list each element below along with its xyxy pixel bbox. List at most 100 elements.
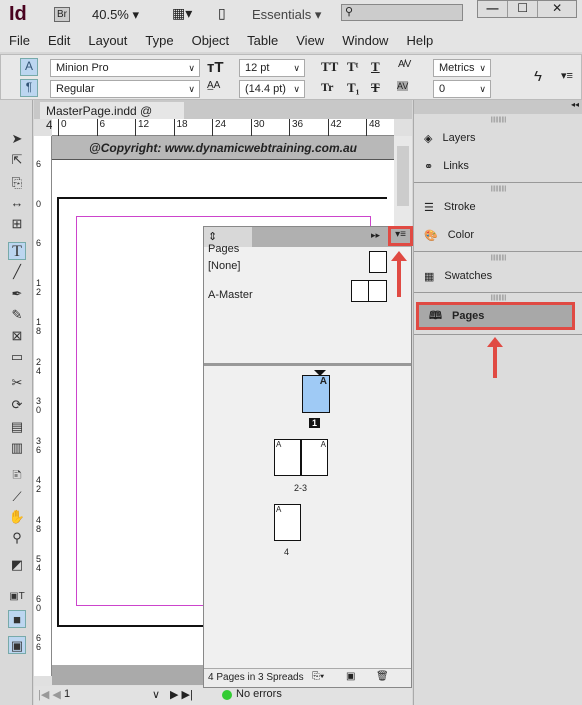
menu-object[interactable]: Object xyxy=(183,30,239,52)
gradient-swatch-tool-icon[interactable]: ▤ xyxy=(8,418,26,436)
control-panel: A ¶ Minion Pro ∨ Regular ∨ ᴛT A̲A 12 pt ∨ (… xyxy=(0,54,582,100)
type-tool-icon[interactable]: T xyxy=(8,242,26,260)
panel-stroke[interactable]: ☰ Stroke xyxy=(414,193,582,221)
menu-file[interactable]: File xyxy=(0,30,39,52)
gradient-feather-tool-icon[interactable]: ▥ xyxy=(8,439,26,457)
menu-view[interactable]: View xyxy=(287,30,333,52)
panel-links[interactable]: ⚭ Links xyxy=(414,152,582,180)
screen-mode-icon[interactable]: ▯ xyxy=(218,5,226,22)
note-tool-icon[interactable]: 🗈 xyxy=(8,466,26,484)
master-none[interactable]: [None] xyxy=(208,260,240,272)
tracking-select[interactable]: 0 ∨ xyxy=(433,80,491,98)
panel-divider[interactable] xyxy=(204,363,411,366)
page-1-thumbnail[interactable]: A xyxy=(302,375,330,413)
leading-icon: A̲A xyxy=(207,80,221,91)
control-panel-menu-icon[interactable]: ▾≡ xyxy=(561,69,573,82)
panel-label: Stroke xyxy=(443,201,476,213)
horizontal-ruler[interactable]: 0 6 12 18 24 30 36 42 48 xyxy=(52,119,394,136)
pen-tool-icon[interactable]: ✒ xyxy=(8,285,26,303)
font-size-value: 12 pt xyxy=(245,62,270,74)
content-collector-icon[interactable]: ⊞ xyxy=(8,215,26,233)
next-page-button[interactable]: ▶ ▶| xyxy=(170,688,193,701)
underline-button[interactable]: T xyxy=(371,59,380,75)
page-number-field[interactable]: 1 xyxy=(64,688,70,700)
ruler-tick-label: 6 xyxy=(36,238,42,248)
panel-label: Color xyxy=(447,229,474,241)
zoom-select[interactable]: 40.5% ▾ xyxy=(92,7,139,23)
eyedropper-tool-icon[interactable]: ⟋ xyxy=(8,488,26,506)
collapse-panel-icon[interactable]: ▸▸ xyxy=(371,230,380,241)
delete-page-icon[interactable]: 🗑 xyxy=(376,671,389,682)
scissors-tool-icon[interactable]: ✂ xyxy=(8,374,26,392)
panel-swatches[interactable]: ▦ Swatches xyxy=(414,262,582,290)
workspace-select[interactable]: Essentials ▾ xyxy=(252,7,321,23)
subscript-button[interactable]: T₁ xyxy=(347,80,360,96)
normal-view-icon[interactable]: ■ xyxy=(8,610,26,628)
tracking-value: 0 xyxy=(439,83,446,95)
page-tool-icon[interactable]: ⎘ xyxy=(8,174,26,192)
direct-selection-tool-icon[interactable]: ⇱ xyxy=(8,151,26,169)
panel-pages[interactable]: 🕮 Pages xyxy=(416,302,575,330)
ruler-tick-label: 6 xyxy=(36,159,42,169)
ruler-tick-label: 36 xyxy=(289,119,303,136)
menu-table[interactable]: Table xyxy=(238,30,287,52)
first-page-button[interactable]: |◀ ◀ xyxy=(38,688,61,701)
preflight-status[interactable]: No errors xyxy=(236,688,282,700)
page-dropdown-icon[interactable]: ∨ xyxy=(152,688,160,701)
pencil-tool-icon[interactable]: ✎ xyxy=(8,306,26,324)
quick-apply-icon[interactable]: ϟ xyxy=(534,68,542,85)
screen-mode-icon[interactable]: ▣ xyxy=(8,636,26,654)
font-size-field[interactable]: 12 pt ∨ xyxy=(239,59,305,77)
zoom-tool-icon[interactable]: ⚲ xyxy=(8,529,26,547)
line-tool-icon[interactable]: ╱ xyxy=(8,263,26,281)
close-button[interactable]: ✕ xyxy=(537,1,576,17)
panel-layers[interactable]: ◈ Layers xyxy=(414,124,582,152)
menu-help[interactable]: Help xyxy=(397,30,442,52)
ruler-tick-label: 48 xyxy=(366,119,380,136)
maximize-button[interactable]: ☐ xyxy=(507,1,537,17)
edit-page-size-icon[interactable]: ⎘▾ xyxy=(312,671,324,682)
character-formatting-icon[interactable]: A xyxy=(20,58,38,76)
all-caps-button[interactable]: TT xyxy=(321,59,338,75)
menu-type[interactable]: Type xyxy=(136,30,182,52)
free-transform-tool-icon[interactable]: ⟳ xyxy=(8,396,26,414)
font-style-select[interactable]: Regular ∨ xyxy=(50,80,200,98)
kerning-select[interactable]: Metrics ∨ xyxy=(433,59,491,77)
superscript-button[interactable]: Tᵗ xyxy=(347,59,358,75)
document-tab[interactable]: MasterPage.indd @ 40% × xyxy=(40,102,184,132)
panel-color[interactable]: 🎨 Color xyxy=(414,221,582,249)
vertical-ruler[interactable]: 6 0 6 12 18 24 30 36 42 48 54 60 66 xyxy=(34,136,52,676)
search-input[interactable]: ⚲ xyxy=(341,4,463,21)
selection-tool-icon[interactable]: ➤ xyxy=(8,130,26,148)
ruler-tick-label: 12 xyxy=(36,277,42,297)
strikethrough-button[interactable]: T xyxy=(371,80,380,96)
page-4-thumbnail[interactable]: A xyxy=(274,504,301,541)
paragraph-formatting-icon[interactable]: ¶ xyxy=(20,79,38,97)
menu-layout[interactable]: Layout xyxy=(79,30,136,52)
gap-tool-icon[interactable]: ↔ xyxy=(8,194,26,212)
page-2-thumbnail[interactable]: A xyxy=(274,439,301,476)
leading-field[interactable]: (14.4 pt) ∨ xyxy=(239,80,305,98)
pages-icon: 🕮 xyxy=(429,309,442,322)
panel-label: Swatches xyxy=(444,270,493,282)
page-3-thumbnail[interactable]: A xyxy=(301,439,328,476)
panel-menu-button[interactable]: ▾≡ xyxy=(388,226,413,246)
fill-stroke-icon[interactable]: ◩ xyxy=(8,556,26,574)
menu-window[interactable]: Window xyxy=(333,30,397,52)
master-a[interactable]: A-Master xyxy=(208,289,253,301)
collapse-dock-icon[interactable]: ◂◂ xyxy=(414,100,582,114)
formatting-container-icon[interactable]: ▣T xyxy=(8,588,26,606)
panel-label: Layers xyxy=(442,132,476,144)
view-options-icon[interactable]: ▦▾ xyxy=(172,5,192,22)
hand-tool-icon[interactable]: ✋ xyxy=(8,508,26,526)
bridge-button[interactable]: Br xyxy=(54,7,70,22)
font-family-select[interactable]: Minion Pro ∨ xyxy=(50,59,200,77)
rectangle-tool-icon[interactable]: ▭ xyxy=(8,348,26,366)
pages-panel-tab[interactable]: ⇕ Pages xyxy=(204,227,252,255)
search-icon: ⚲ xyxy=(345,6,354,18)
new-page-icon[interactable]: ▣ xyxy=(346,671,355,682)
rectangle-frame-tool-icon[interactable]: ⊠ xyxy=(8,327,26,345)
small-caps-button[interactable]: Tr xyxy=(321,80,333,95)
minimize-button[interactable]: — xyxy=(478,1,507,17)
menu-edit[interactable]: Edit xyxy=(39,30,79,52)
